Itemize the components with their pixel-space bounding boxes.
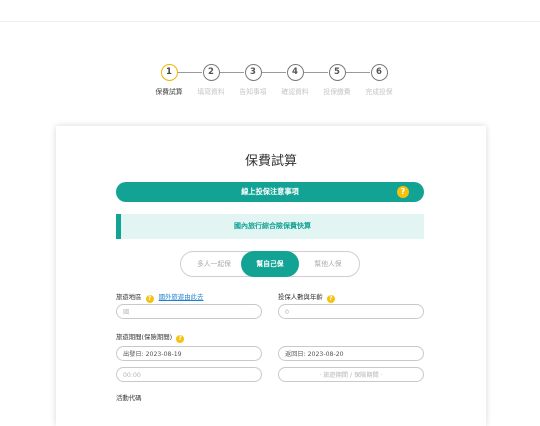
segment-self[interactable]: 幫自己保 [241, 251, 299, 277]
section-subtitle: 國內旅行綜合險保費快算 [116, 214, 424, 239]
region-select[interactable]: 國 [116, 304, 262, 319]
step-label: 完成投保 [365, 88, 393, 96]
step-number: 4 [286, 64, 304, 81]
top-navigation-bar [0, 0, 540, 22]
region-label-row: 旅遊地區 ? 國外旅遊由此去 [116, 292, 203, 303]
question-icon: ? [397, 186, 409, 198]
segment-group[interactable]: 多人一起保 [183, 252, 245, 276]
progress-stepper: 1 保費試算 2 填寫資料 3 告知事項 4 確認資料 5 投保繳費 6 完成投… [148, 64, 393, 98]
departure-time-input[interactable]: 00:00 [116, 367, 262, 382]
step-number: 2 [202, 64, 220, 81]
help-icon[interactable]: ? [326, 295, 335, 303]
insured-type-toggle: 多人一起保 幫自己保 幫他人保 [180, 251, 360, 277]
step-label: 填寫資料 [197, 88, 225, 96]
step-label: 保費試算 [155, 88, 183, 96]
step-6: 6 完成投保 [358, 64, 400, 96]
people-label: 投保人數與年齡 [278, 293, 323, 301]
step-1: 1 保費試算 [148, 64, 190, 96]
help-icon[interactable]: ? [176, 335, 185, 343]
step-label: 告知事項 [239, 88, 267, 96]
page-title: 保費試算 [244, 154, 297, 169]
return-date-input[interactable]: 返回日: 2023-08-20 [278, 346, 424, 361]
step-number: 6 [370, 64, 388, 81]
step-2: 2 填寫資料 [190, 64, 232, 96]
step-number: 3 [244, 64, 262, 81]
people-age-input[interactable]: 0 [278, 304, 424, 319]
promo-code-label: 活動代碼 [116, 394, 142, 402]
overseas-travel-link[interactable]: 國外旅遊由此去 [159, 293, 204, 301]
start-date-input[interactable]: 出發日: 2023-08-19 [116, 346, 262, 361]
insurance-notice-button[interactable]: 線上投保注意事項 ? [116, 182, 424, 202]
period-label: 旅遊期間(保險期間) [116, 333, 173, 341]
duration-display: · 旅遊期間 / 保險期間 · [278, 367, 424, 382]
step-number: 1 [160, 64, 178, 81]
step-number: 5 [328, 64, 346, 81]
step-5: 5 投保繳費 [316, 64, 358, 96]
step-label: 確認資料 [281, 88, 309, 96]
period-label-row: 旅遊期間(保險期間) ? [116, 332, 185, 343]
step-4: 4 確認資料 [274, 64, 316, 96]
step-3: 3 告知事項 [232, 64, 274, 96]
help-icon[interactable]: ? [145, 295, 154, 303]
segment-others[interactable]: 幫他人保 [297, 252, 359, 276]
region-label: 旅遊地區 [116, 293, 142, 301]
quote-card: 保費試算 線上投保注意事項 ? 國內旅行綜合險保費快算 多人一起保 幫自己保 幫… [56, 126, 486, 426]
notice-button-label: 線上投保注意事項 [241, 187, 299, 196]
step-label: 投保繳費 [323, 88, 351, 96]
people-label-row: 投保人數與年齡 ? [278, 292, 335, 303]
